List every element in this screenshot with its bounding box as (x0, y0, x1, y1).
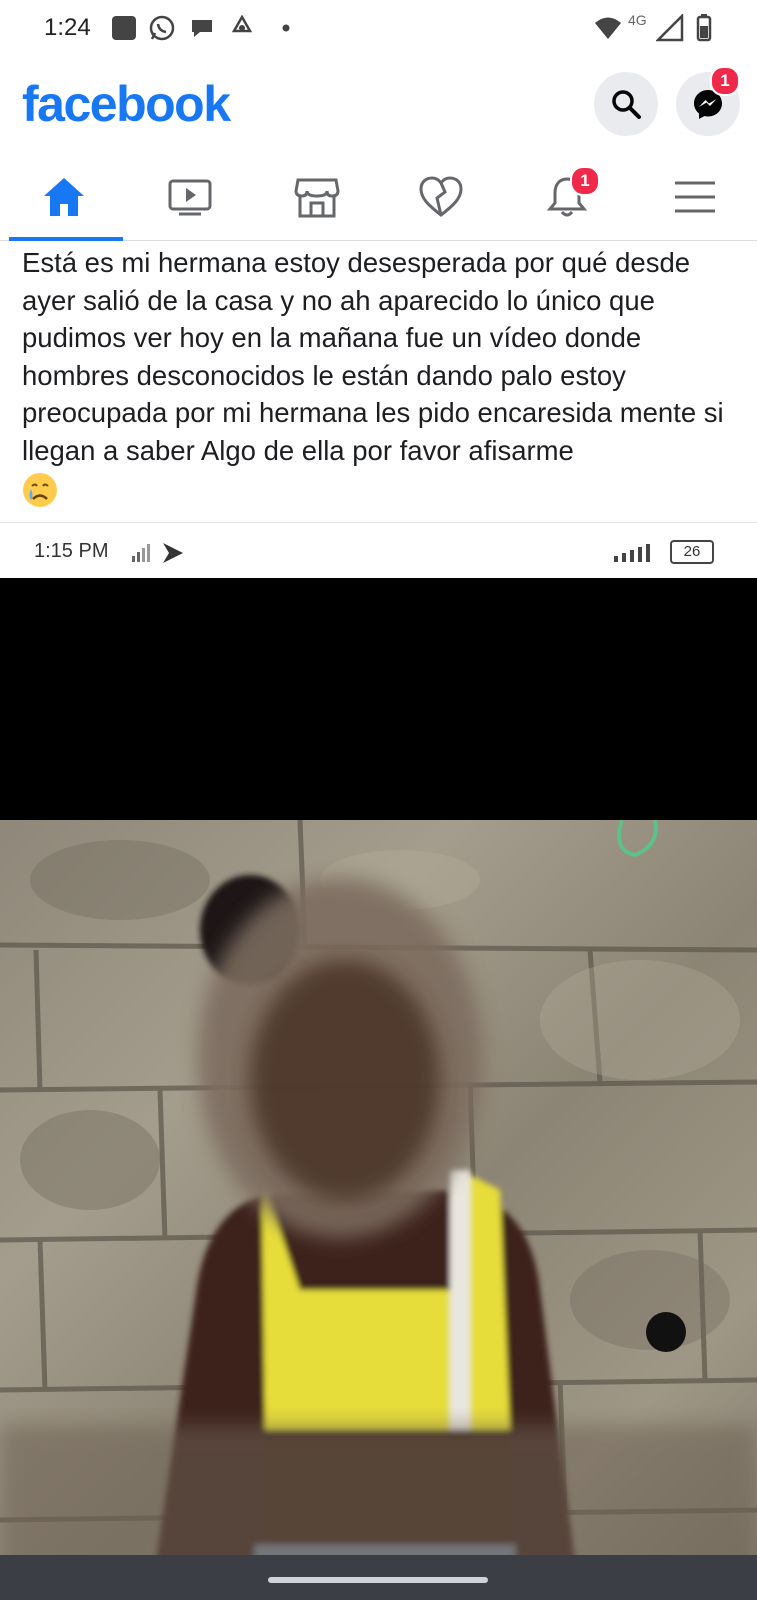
embedded-network-icon (614, 544, 650, 562)
notifications-badge: 1 (570, 166, 600, 196)
marketplace-icon (294, 178, 340, 218)
facebook-logo[interactable]: facebook (22, 75, 231, 133)
post-media[interactable] (0, 578, 757, 1600)
embedded-signal-icon (132, 544, 150, 562)
system-nav-bar (0, 1555, 757, 1600)
gallery-notification-icon (112, 16, 136, 40)
messenger-button[interactable]: 1 (676, 66, 740, 136)
search-button[interactable] (594, 72, 658, 136)
post-divider (0, 522, 757, 523)
embedded-time: 1:15 PM (34, 540, 109, 562)
post-body: Está es mi hermana estoy desesperada por… (22, 247, 724, 466)
active-tab-indicator (9, 237, 123, 241)
chat-notification-icon (192, 20, 212, 37)
status-time: 1:24 (44, 14, 91, 41)
tab-notifications[interactable]: 1 (506, 160, 626, 240)
messenger-badge: 1 (710, 66, 740, 96)
signal-icon (656, 14, 684, 42)
post-text: Está es mi hermana estoy desesperada por… (22, 244, 734, 508)
more-notifications-dot (282, 24, 290, 32)
video-icon (168, 179, 212, 216)
tab-menu[interactable] (634, 160, 754, 240)
network-type: 4G (628, 12, 647, 28)
hamburger-menu-icon (675, 181, 715, 213)
tab-marketplace[interactable] (256, 160, 376, 240)
embedded-status-bar: 1:15 PM 26 (0, 528, 757, 578)
app-header: facebook 1 (0, 62, 757, 152)
home-icon (44, 178, 84, 216)
main-nav: 1 (0, 160, 757, 241)
sync-icon (231, 14, 253, 33)
status-bar: 1:24 4G (0, 0, 757, 58)
tab-home[interactable] (3, 160, 123, 241)
wifi-icon (595, 17, 621, 39)
crying-face-icon (23, 472, 57, 507)
heart-icon (419, 176, 463, 217)
tab-watch[interactable] (129, 160, 249, 240)
photo-scene (0, 820, 757, 1600)
post-photo (0, 820, 757, 1600)
embedded-app-icon (163, 543, 183, 563)
battery-icon (696, 14, 712, 42)
tab-dating[interactable] (380, 160, 500, 240)
whatsapp-icon (149, 15, 175, 41)
search-icon (612, 90, 641, 119)
embedded-battery: 26 (670, 540, 714, 564)
home-gesture-handle[interactable] (268, 1577, 488, 1583)
